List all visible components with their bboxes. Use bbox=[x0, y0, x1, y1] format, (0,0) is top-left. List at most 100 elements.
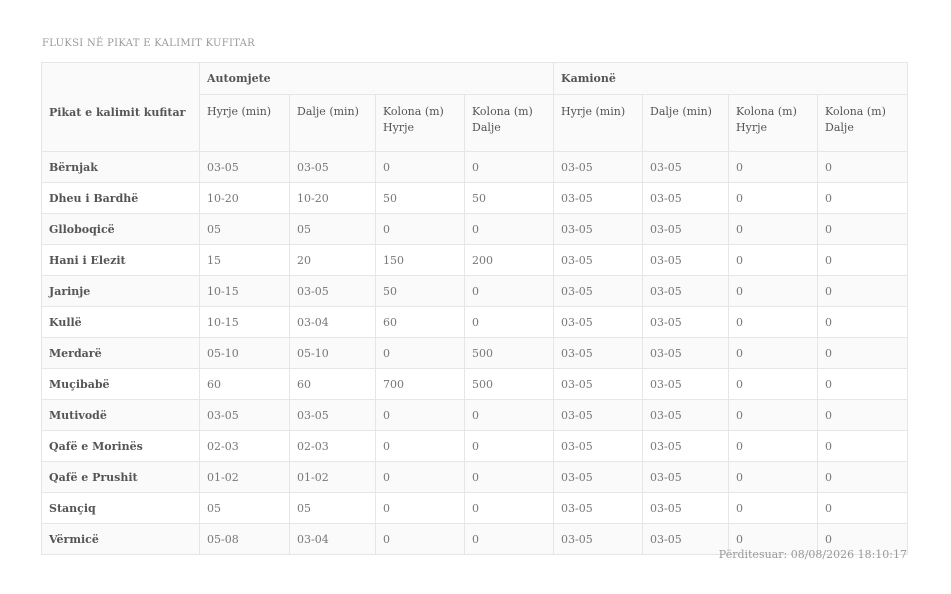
table-cell: 0 bbox=[728, 244, 819, 276]
table-cell: 0 bbox=[728, 275, 819, 307]
table-row: Muçibabë 60 60 700 500 03-05 03-05 0 0 bbox=[41, 368, 909, 400]
table-cell: 03-05 bbox=[642, 399, 730, 431]
table-cell: 03-04 bbox=[289, 306, 376, 338]
table-cell: 05-10 bbox=[199, 337, 290, 369]
table-cell: 50 bbox=[375, 275, 465, 307]
table-cell: 05 bbox=[289, 213, 376, 245]
table-cell: 03-04 bbox=[289, 523, 376, 555]
table-cell: 700 bbox=[375, 368, 465, 400]
table-cell: 0 bbox=[728, 182, 819, 214]
table-cell: 03-05 bbox=[289, 275, 376, 307]
table-cell: 0 bbox=[728, 306, 819, 338]
table-cell: 05 bbox=[199, 213, 290, 245]
table-row: Dheu i Bardhë 10-20 10-20 50 50 03-05 03-05 0 0 bbox=[41, 182, 909, 214]
table-cell: 0 bbox=[817, 151, 909, 183]
table-cell: 0 bbox=[463, 306, 555, 338]
table-cell: 03-05 bbox=[642, 523, 730, 555]
table-cell: 03-05 bbox=[642, 306, 730, 338]
table-cell: 10-15 bbox=[199, 306, 290, 338]
table-cell: 0 bbox=[463, 492, 555, 524]
table-cell: 0 bbox=[728, 337, 819, 369]
table-cell: 0 bbox=[817, 492, 909, 524]
table-cell: 03-05 bbox=[642, 244, 730, 276]
table-cell: 0 bbox=[817, 430, 909, 462]
table-cell: 02-03 bbox=[289, 430, 376, 462]
table-cell: 0 bbox=[728, 213, 819, 245]
border-crossings-table-container: Pikat e kalimit kufitar Automjete Kamion… bbox=[41, 62, 909, 555]
crossing-name: Qafë e Morinës bbox=[41, 430, 200, 462]
table-cell: 0 bbox=[375, 430, 465, 462]
table-cell: 03-05 bbox=[553, 275, 644, 307]
table-cell: 03-05 bbox=[553, 430, 644, 462]
table-cell: 0 bbox=[463, 213, 555, 245]
table-cell: 03-05 bbox=[289, 151, 376, 183]
crossing-name: Merdarë bbox=[41, 337, 200, 369]
table-cell: 0 bbox=[375, 337, 465, 369]
table-row: Glloboqicë 05 05 0 0 03-05 03-05 0 0 bbox=[41, 213, 909, 245]
table-cell: 0 bbox=[817, 182, 909, 214]
table-cell: 0 bbox=[817, 213, 909, 245]
table-cell: 01-02 bbox=[199, 461, 290, 493]
table-cell: 03-05 bbox=[553, 492, 644, 524]
crossing-name: Bërnjak bbox=[41, 151, 200, 183]
crossing-name: Muçibabë bbox=[41, 368, 200, 400]
table-cell: 0 bbox=[375, 461, 465, 493]
crossing-name: Qafë e Prushit bbox=[41, 461, 200, 493]
table-cell: 03-05 bbox=[553, 244, 644, 276]
table-cell: 03-05 bbox=[642, 275, 730, 307]
table-cell: 0 bbox=[375, 492, 465, 524]
table-cell: 20 bbox=[289, 244, 376, 276]
table-cell: 03-05 bbox=[553, 151, 644, 183]
table-row: Bërnjak 03-05 03-05 0 0 03-05 03-05 0 0 bbox=[41, 151, 909, 183]
crossing-name: Stançiq bbox=[41, 492, 200, 524]
table-cell: 0 bbox=[728, 492, 819, 524]
crossing-name: Kullë bbox=[41, 306, 200, 338]
table-cell: 15 bbox=[199, 244, 290, 276]
table-row: Stançiq 05 05 0 0 03-05 03-05 0 0 bbox=[41, 492, 909, 524]
last-updated-text: Përditesuar: 08/08/2026 18:10:17 bbox=[718, 548, 907, 561]
table-row: Mutivodë 03-05 03-05 0 0 03-05 03-05 0 0 bbox=[41, 399, 909, 431]
group-header-automjete: Automjete bbox=[198, 62, 555, 95]
group-header-kamione: Kamionë bbox=[553, 62, 909, 95]
table-cell: 03-05 bbox=[642, 213, 730, 245]
table-cell: 0 bbox=[728, 399, 819, 431]
table-cell: 0 bbox=[463, 151, 555, 183]
table-cell: 0 bbox=[463, 523, 555, 555]
crossing-name: Glloboqicë bbox=[41, 213, 200, 245]
table-cell: 500 bbox=[463, 368, 555, 400]
column-header: Kolona (m) Hyrje bbox=[728, 94, 819, 152]
table-cell: 0 bbox=[817, 306, 909, 338]
column-header: Dalje (min) bbox=[642, 94, 730, 152]
table-cell: 0 bbox=[728, 368, 819, 400]
table-cell: 03-05 bbox=[642, 182, 730, 214]
table-cell: 0 bbox=[817, 244, 909, 276]
table-cell: 0 bbox=[375, 523, 465, 555]
table-cell: 03-05 bbox=[553, 399, 644, 431]
table-cell: 60 bbox=[375, 306, 465, 338]
table-cell: 03-05 bbox=[642, 368, 730, 400]
table-cell: 60 bbox=[199, 368, 290, 400]
table-cell: 10-15 bbox=[199, 275, 290, 307]
table-cell: 05-08 bbox=[199, 523, 290, 555]
table-cell: 03-05 bbox=[289, 399, 376, 431]
table-cell: 0 bbox=[817, 461, 909, 493]
table-cell: 10-20 bbox=[199, 182, 290, 214]
table-cell: 0 bbox=[817, 368, 909, 400]
table-cell: 200 bbox=[463, 244, 555, 276]
crossing-name: Hani i Elezit bbox=[41, 244, 200, 276]
table-cell: 50 bbox=[375, 182, 465, 214]
page-title: FLUKSI NË PIKAT E KALIMIT KUFITAR bbox=[42, 38, 256, 48]
table-cell: 0 bbox=[728, 461, 819, 493]
column-header: Kolona (m) Dalje bbox=[463, 94, 555, 152]
table-cell: 0 bbox=[375, 213, 465, 245]
table-cell: 03-05 bbox=[553, 182, 644, 214]
table-cell: 50 bbox=[463, 182, 555, 214]
table-cell: 03-05 bbox=[199, 151, 290, 183]
table-cell: 05-10 bbox=[289, 337, 376, 369]
table-cell: 0 bbox=[375, 151, 465, 183]
table-cell: 0 bbox=[817, 399, 909, 431]
crossing-name: Dheu i Bardhë bbox=[41, 182, 200, 214]
table-cell: 0 bbox=[375, 399, 465, 431]
table-cell: 02-03 bbox=[199, 430, 290, 462]
table-cell: 500 bbox=[463, 337, 555, 369]
